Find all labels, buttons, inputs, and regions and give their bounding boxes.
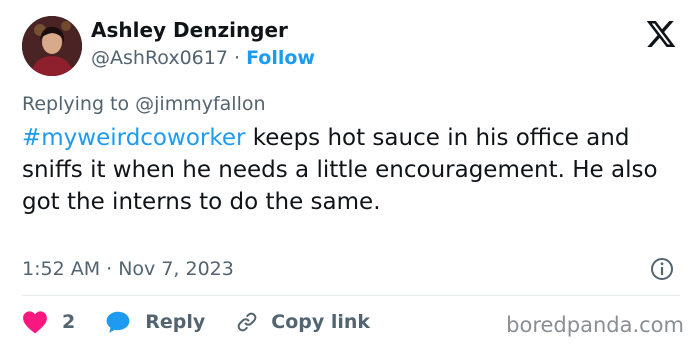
author-handle[interactable]: @AshRox0617 [91, 47, 228, 69]
tweet-text: #myweirdcoworker keeps hot sauce in his … [22, 122, 682, 218]
author-name[interactable]: Ashley Denzinger [91, 18, 288, 42]
copy-link-label: Copy link [271, 311, 371, 333]
watermark: boredpanda.com [506, 313, 684, 337]
author-handle-row: @AshRox0617 · Follow [91, 47, 315, 69]
avatar-image [22, 16, 82, 76]
like-button[interactable]: 2 [22, 310, 75, 334]
x-logo-icon[interactable] [645, 18, 677, 50]
action-bar: 2 Reply Copy link [22, 308, 370, 336]
replying-to: Replying to @jimmyfallon [22, 93, 266, 115]
reply-label: Reply [145, 311, 206, 333]
separator: · [233, 47, 241, 69]
reply-button[interactable]: Reply [105, 310, 205, 334]
divider [22, 295, 680, 296]
like-count: 2 [62, 311, 76, 333]
heart-icon [23, 311, 47, 334]
copy-link-button[interactable]: Copy link [235, 310, 370, 334]
reply-bubble-icon [106, 311, 130, 333]
hashtag-link[interactable]: #myweirdcoworker [22, 125, 245, 151]
link-icon [237, 312, 257, 332]
avatar[interactable] [22, 16, 82, 76]
timestamp[interactable]: 1:52 AM · Nov 7, 2023 [22, 258, 234, 280]
follow-button[interactable]: Follow [246, 47, 315, 69]
info-icon[interactable] [650, 257, 674, 281]
